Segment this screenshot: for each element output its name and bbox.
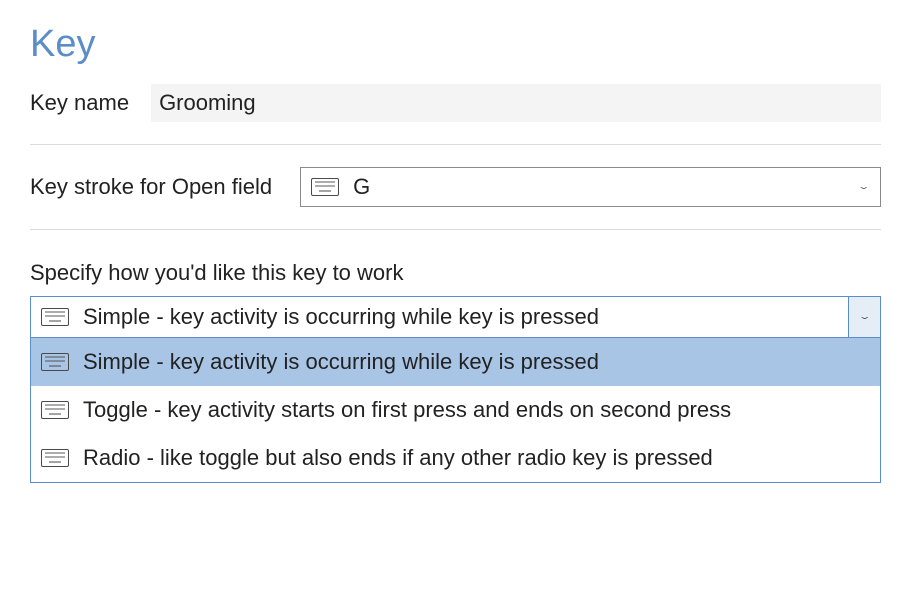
key-name-input[interactable] xyxy=(151,84,881,122)
behavior-dropdown-button[interactable]: ⌄ xyxy=(848,297,880,337)
keystroke-row: Key stroke for Open field G ⌄ xyxy=(30,167,881,230)
keystroke-label: Key stroke for Open field xyxy=(30,174,272,200)
chevron-down-icon: ⌄ xyxy=(857,312,871,321)
behavior-current-label: Simple - key activity is occurring while… xyxy=(83,304,870,330)
keyboard-icon xyxy=(41,353,69,371)
behavior-option-label: Simple - key activity is occurring while… xyxy=(83,349,599,375)
behavior-instruction: Specify how you'd like this key to work xyxy=(30,260,881,286)
keystroke-combobox[interactable]: G ⌄ xyxy=(300,167,881,207)
behavior-current[interactable]: Simple - key activity is occurring while… xyxy=(31,297,880,337)
key-name-row: Key name xyxy=(30,84,881,145)
keystroke-value: G xyxy=(353,174,858,200)
key-name-label: Key name xyxy=(30,90,129,116)
keyboard-icon xyxy=(311,178,339,196)
behavior-option-simple[interactable]: Simple - key activity is occurring while… xyxy=(31,338,880,386)
behavior-option-list: Simple - key activity is occurring while… xyxy=(31,337,880,482)
chevron-down-icon: ⌄ xyxy=(857,182,871,191)
behavior-option-toggle[interactable]: Toggle - key activity starts on first pr… xyxy=(31,386,880,434)
keyboard-icon xyxy=(41,449,69,467)
keyboard-icon xyxy=(41,401,69,419)
behavior-dropdown[interactable]: Simple - key activity is occurring while… xyxy=(30,296,881,483)
behavior-option-label: Toggle - key activity starts on first pr… xyxy=(83,397,731,423)
behavior-option-radio[interactable]: Radio - like toggle but also ends if any… xyxy=(31,434,880,482)
page-title: Key xyxy=(30,24,881,66)
keyboard-icon xyxy=(41,308,69,326)
behavior-option-label: Radio - like toggle but also ends if any… xyxy=(83,445,713,471)
